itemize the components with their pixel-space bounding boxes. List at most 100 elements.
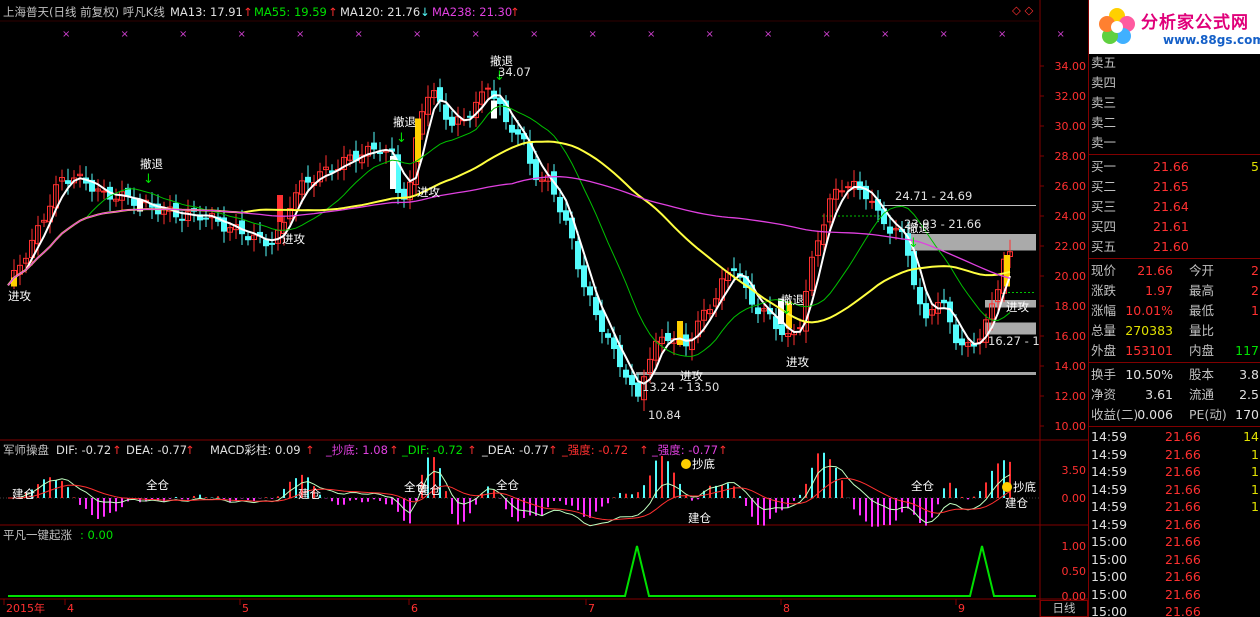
date-tick-label: 7: [588, 602, 595, 615]
lower-tick-label: 1.00: [1062, 540, 1087, 553]
candle-down: [635, 382, 641, 397]
candle-down: [779, 324, 785, 336]
candle-down: [665, 332, 671, 341]
macd-dif: DIF: -0.72: [56, 443, 112, 457]
stat-label: 收益(二): [1091, 407, 1139, 422]
candle-down: [245, 236, 251, 241]
period-marker: ×: [881, 29, 889, 40]
attack-signal-label: 进攻: [282, 232, 305, 246]
panel-separator: [1089, 258, 1260, 259]
build-signal-label: 建仓: [688, 511, 711, 525]
ma120-arrow: ↓: [420, 5, 430, 19]
retreat-arrow-icon: ↓: [396, 131, 407, 146]
candle-down: [203, 217, 209, 220]
macd-tick-label: 3.50: [1062, 464, 1087, 477]
period-tab-daily[interactable]: 日线: [1040, 600, 1088, 617]
macd-dea2-arrow: ↑: [548, 443, 558, 457]
quote-value: 1.97: [1145, 283, 1173, 298]
macd-dif-arrow: ↑: [112, 443, 122, 457]
quote-row: 涨跌 1.97 最高 2: [1089, 281, 1260, 301]
order-book-buy-row: 买二 21.65: [1089, 177, 1260, 197]
candle-down: [587, 286, 593, 296]
period-marker: ×: [647, 29, 655, 40]
sell-level-label: 卖三: [1091, 95, 1117, 110]
macd-tick-label: 0.00: [1062, 492, 1087, 505]
tick-row: 15:00 21.66: [1089, 602, 1260, 617]
quote-row: 现价 21.66 今开 2: [1089, 261, 1260, 281]
period-marker: ×: [764, 29, 772, 40]
quote-value: 2: [1251, 263, 1259, 278]
buy-level-price: 21.65: [1153, 179, 1189, 194]
macd-dif2: _DIF: -0.72: [402, 443, 464, 457]
stat-label: PE(动): [1189, 407, 1227, 422]
stat-label: 换手: [1091, 367, 1117, 382]
bottom-signal-label: 抄底: [692, 457, 715, 471]
quote-label: 现价: [1091, 263, 1117, 278]
period-marker: ×: [940, 29, 948, 40]
price-tick-label: 30.00: [1055, 120, 1087, 133]
chart-canvas[interactable]: × × × × × × × × × × × × × × × × × × 34.00 32.00 30.00 28.00 26…: [0, 0, 1088, 617]
signal-candle: [277, 195, 283, 222]
quote-label: 最低: [1189, 303, 1215, 318]
site-logo: 分析家公式网 www.88gs.com: [1089, 0, 1260, 54]
date-tick-label: 6: [411, 602, 418, 615]
quote-label: 量比: [1189, 323, 1215, 338]
ma13-label: MA13: 17.91: [170, 5, 243, 19]
candle-down: [917, 287, 923, 305]
retreat-arrow-icon: ↓: [908, 236, 919, 251]
macd-dif2-arrow: ↑: [467, 443, 477, 457]
attack-signal-label: 进攻: [8, 289, 31, 303]
range-label-1: 13.24 - 13.50: [642, 380, 720, 394]
candle-down: [179, 218, 185, 221]
window-control-icon[interactable]: ◇ ◇: [1012, 3, 1033, 17]
candle-down: [443, 104, 449, 120]
ma13-line: [7, 94, 1011, 385]
price-zone: [905, 234, 1036, 251]
full-signal-label: 全仓: [146, 478, 169, 492]
full-signal-label: 全仓: [404, 480, 427, 494]
chart-area[interactable]: × × × × × × × × × × × × × × × × × × 34.00 32.00 30.00 28.00 26…: [0, 0, 1088, 617]
stat-value: 0.006: [1137, 407, 1173, 422]
candle-down: [941, 299, 947, 304]
bottom-signal-icon: [681, 459, 691, 469]
signal-candle: [677, 321, 683, 345]
candle-down: [605, 333, 611, 338]
price-tick-label: 26.00: [1055, 180, 1087, 193]
stats-row: 换手 10.50% 股本 3.8: [1089, 365, 1260, 385]
retreat-signal-label: 撤退: [393, 115, 416, 129]
macd-strength2-arrow: ↑: [718, 443, 728, 457]
stat-label: 流通: [1189, 387, 1215, 402]
range-label-3: 23.93 - 21.66: [904, 217, 982, 231]
quote-row: 外盘 153101 内盘 117: [1089, 341, 1260, 361]
tick-price: 21.66: [1165, 604, 1201, 617]
candle-up: [485, 87, 491, 90]
period-marker: ×: [706, 29, 714, 40]
stats-row: 净资 3.61 流通 2.5: [1089, 385, 1260, 405]
candle-down: [599, 310, 605, 332]
period-marker: ×: [413, 29, 421, 40]
range-label-4: 16.27 - 1: [988, 334, 1040, 348]
period-marker: ×: [62, 29, 70, 40]
order-book-sell-row: 卖二: [1089, 113, 1260, 133]
price-tick-label: 32.00: [1055, 90, 1087, 103]
build-signal-label: 建仓: [12, 487, 35, 501]
logo-title: 分析家公式网: [1141, 13, 1249, 33]
buy-level-label: 买二: [1091, 179, 1117, 194]
order-book-buy-row: 买四 21.61: [1089, 217, 1260, 237]
macd-dea-arrow: ↑: [185, 443, 195, 457]
buy-level-volume: 5: [1251, 159, 1259, 174]
stat-value: 2.5: [1239, 387, 1259, 402]
candle-down: [557, 196, 563, 213]
quote-label: 最高: [1189, 283, 1215, 298]
quote-row: 总量 270383 量比: [1089, 321, 1260, 341]
candle-down: [533, 159, 539, 181]
period-marker: ×: [296, 29, 304, 40]
retreat-arrow-icon: ↓: [781, 303, 792, 318]
date-tick-label: 5: [242, 602, 249, 615]
order-book-sell-row: 卖一: [1089, 133, 1260, 153]
quote-value: 10.01%: [1125, 303, 1173, 318]
quote-value: 2: [1251, 283, 1259, 298]
ma55-line: [7, 105, 1011, 357]
candle-down: [629, 375, 635, 385]
ma55-label: MA55: 19.59: [254, 5, 327, 19]
